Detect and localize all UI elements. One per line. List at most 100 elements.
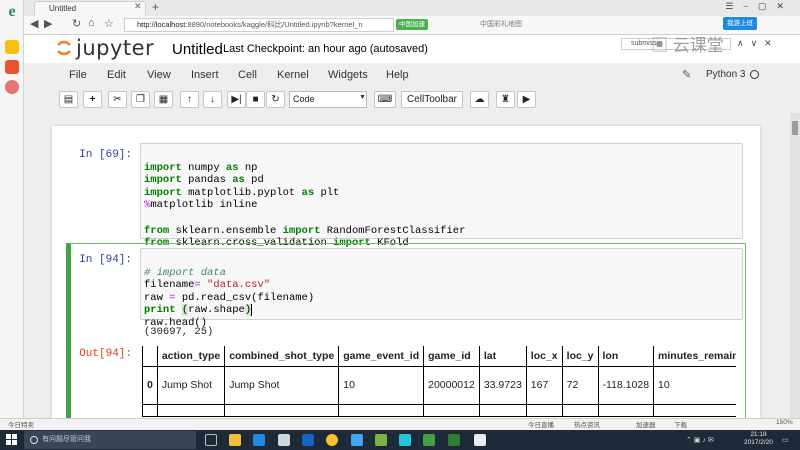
keyword: as bbox=[225, 161, 239, 174]
app-icon[interactable] bbox=[302, 434, 314, 446]
move-up-button[interactable]: ↑ bbox=[180, 91, 199, 108]
file-explorer-icon[interactable] bbox=[229, 434, 241, 446]
command-palette-button[interactable]: ⌨ bbox=[374, 91, 396, 108]
status-accelerator-link[interactable]: 加速器 bbox=[636, 419, 656, 429]
tab-untitled[interactable]: Untitled bbox=[34, 1, 146, 16]
dataframe-table: action_type combined_shot_type game_even… bbox=[142, 346, 736, 417]
search-hint-link[interactable]: 中国彩礼地图 bbox=[480, 19, 522, 29]
status-deals-link[interactable]: 今日特卖 bbox=[8, 419, 34, 429]
table-cell bbox=[526, 404, 563, 417]
scrollbar-thumb[interactable] bbox=[792, 121, 798, 135]
kernel-status-icon bbox=[750, 70, 759, 79]
menu-file[interactable]: File bbox=[69, 69, 87, 81]
table-cell: 33.9723 bbox=[479, 366, 527, 405]
move-down-button[interactable]: ↓ bbox=[203, 91, 222, 108]
table-cell bbox=[224, 404, 340, 417]
store-icon[interactable] bbox=[278, 434, 290, 446]
excel-icon[interactable] bbox=[448, 434, 460, 446]
keyword: from bbox=[144, 224, 170, 237]
paste-button[interactable]: ▦ bbox=[154, 91, 173, 108]
accelerate-badge[interactable]: 中国加速 bbox=[396, 19, 428, 30]
notebook-title[interactable]: Untitled bbox=[172, 41, 223, 58]
url-path: :8890/notebooks/kaggle/科比/Untitled.ipynb… bbox=[185, 20, 363, 29]
app-icon[interactable] bbox=[375, 434, 387, 446]
find-controls[interactable]: ∧∨✕ bbox=[737, 38, 779, 49]
task-view-icon[interactable] bbox=[205, 434, 217, 446]
keyword: import bbox=[144, 186, 182, 199]
reload-icon[interactable]: ↻ bbox=[72, 17, 81, 30]
extension-button[interactable]: ♜ bbox=[496, 91, 515, 108]
menu-cell[interactable]: Cell bbox=[238, 69, 257, 81]
game-icon[interactable] bbox=[5, 80, 19, 94]
keyword: import bbox=[144, 174, 182, 187]
menu-insert[interactable]: Insert bbox=[191, 69, 219, 81]
jupyter-logo-text[interactable]: jupyter bbox=[76, 36, 154, 60]
cell-type-select[interactable]: Code bbox=[289, 91, 367, 108]
celltoolbar-button[interactable]: CellToolbar bbox=[401, 91, 463, 108]
keyword: as bbox=[232, 174, 245, 187]
code-line: # import data bbox=[144, 267, 314, 280]
terminal-icon[interactable] bbox=[474, 434, 486, 446]
cloud-upload-icon: ☁ bbox=[474, 94, 485, 105]
login-button[interactable]: 我游上班 bbox=[723, 17, 757, 30]
window-controls[interactable]: ☰⎯▢✕ bbox=[725, 1, 794, 12]
menu-edit[interactable]: Edit bbox=[107, 69, 126, 81]
save-button[interactable]: ▤ bbox=[59, 91, 78, 108]
table-cell: Jump Shot bbox=[224, 366, 340, 405]
menu-view[interactable]: View bbox=[147, 69, 171, 81]
url-host: http://localhost bbox=[137, 20, 186, 29]
cut-button[interactable]: ✂ bbox=[108, 91, 127, 108]
url-input[interactable]: http://localhost:8890/notebooks/kaggle/科… bbox=[124, 18, 394, 32]
status-live-link[interactable]: 今日直播 bbox=[528, 419, 554, 429]
favorite-star-icon[interactable]: ☆ bbox=[104, 17, 114, 30]
new-tab-icon[interactable]: + bbox=[152, 0, 159, 14]
copy-icon: ❐ bbox=[136, 94, 145, 105]
table-cell bbox=[479, 404, 527, 417]
taskbar-search-input[interactable]: 有问题尽管问我 bbox=[24, 431, 196, 449]
taskbar-clock[interactable]: 21:18 2017/2/20 bbox=[744, 431, 773, 447]
restart-button[interactable]: ↻ bbox=[266, 91, 285, 108]
cortana-icon bbox=[30, 436, 38, 444]
favorites-icon[interactable] bbox=[5, 40, 19, 54]
play-video-icon: ▶ bbox=[522, 94, 531, 105]
browser-logo-icon[interactable]: e bbox=[4, 4, 20, 20]
weibo-icon[interactable] bbox=[5, 60, 19, 74]
code-text: raw.shape bbox=[188, 304, 245, 317]
table-cell: 72 bbox=[562, 366, 599, 405]
menu-help[interactable]: Help bbox=[386, 69, 409, 81]
app-icon[interactable] bbox=[423, 434, 435, 446]
upload-button[interactable]: ☁ bbox=[470, 91, 489, 108]
video-button[interactable]: ▶ bbox=[517, 91, 536, 108]
copy-button[interactable]: ❐ bbox=[131, 91, 150, 108]
app-icon[interactable] bbox=[399, 434, 411, 446]
edit-mode-pencil-icon: ✎ bbox=[682, 69, 692, 81]
home-icon[interactable]: ⌂ bbox=[88, 17, 95, 29]
status-download-link[interactable]: 下载 bbox=[674, 419, 687, 429]
table-cell bbox=[142, 404, 158, 417]
forward-icon[interactable]: ▶ bbox=[44, 17, 52, 30]
column-header: game_event_id bbox=[338, 346, 425, 367]
insert-cell-button[interactable]: + bbox=[83, 91, 102, 108]
code-line: filename= "data.csv" bbox=[144, 279, 314, 292]
column-header: loc_y bbox=[562, 346, 599, 367]
status-news-link[interactable]: 热点资讯 bbox=[574, 419, 600, 429]
close-tab-icon[interactable]: ✕ bbox=[134, 1, 142, 12]
scrollbar[interactable] bbox=[790, 113, 800, 418]
tray-icons[interactable]: ⌃ ▣ ♪ ✉ bbox=[686, 436, 714, 444]
run-button[interactable]: ▶| bbox=[227, 91, 246, 108]
interrupt-button[interactable]: ■ bbox=[246, 91, 265, 108]
zoom-level[interactable]: 150% bbox=[776, 419, 793, 426]
edge-icon[interactable] bbox=[253, 434, 265, 446]
notifications-icon[interactable]: ▭ bbox=[782, 436, 789, 444]
stop-icon: ■ bbox=[252, 94, 259, 105]
menu-kernel[interactable]: Kernel bbox=[277, 69, 309, 81]
ie-icon[interactable] bbox=[351, 434, 363, 446]
chrome-icon[interactable] bbox=[326, 434, 338, 446]
menu-widgets[interactable]: Widgets bbox=[328, 69, 368, 81]
column-header: minutes_remaining bbox=[653, 346, 736, 367]
code-text: pd bbox=[244, 174, 264, 187]
code-text: RandomForestClassifier bbox=[320, 224, 466, 237]
windows-start-icon[interactable] bbox=[6, 434, 17, 445]
back-icon[interactable]: ◀ bbox=[30, 17, 38, 30]
